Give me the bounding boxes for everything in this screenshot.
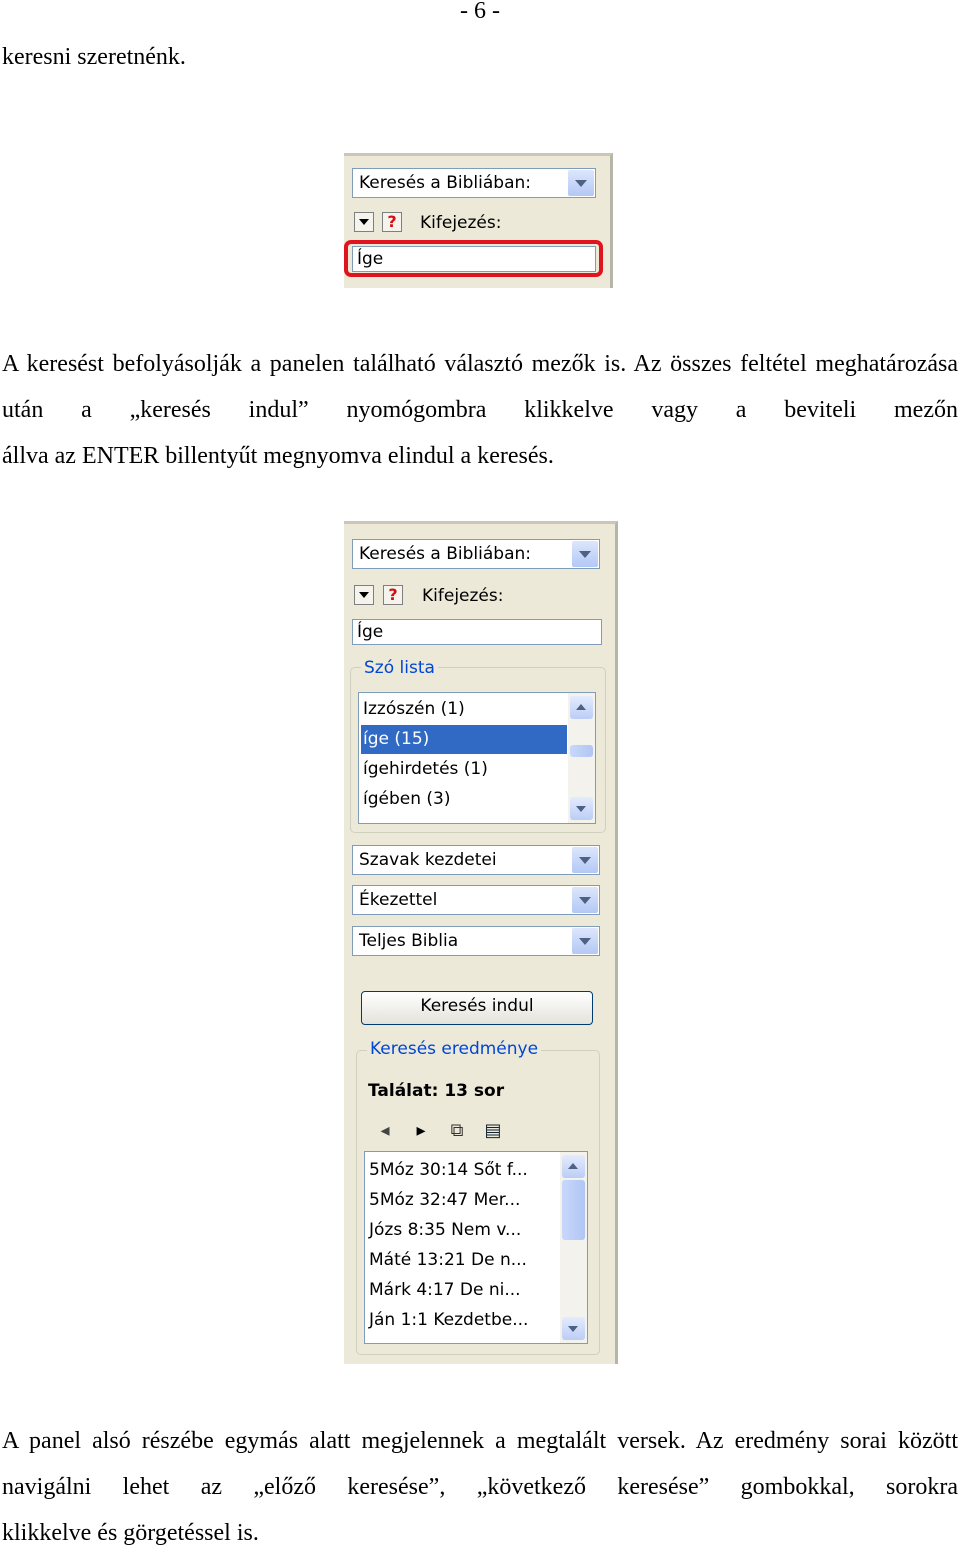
wordlist-scrollbar[interactable] bbox=[568, 693, 595, 823]
search-scope-value: Keresés a Bibliában: bbox=[359, 173, 531, 193]
next-result-icon[interactable]: ▸ bbox=[406, 1116, 436, 1146]
help-button[interactable]: ? bbox=[383, 585, 403, 605]
scroll-down-icon[interactable] bbox=[562, 1317, 585, 1340]
results-title: Keresés eredménye bbox=[367, 1039, 542, 1059]
search-scope-select[interactable]: Keresés a Bibliában: bbox=[352, 168, 596, 198]
chevron-down-icon[interactable] bbox=[568, 170, 594, 196]
intro-text: keresni szeretnénk. bbox=[2, 44, 186, 70]
scroll-thumb[interactable] bbox=[562, 1180, 585, 1240]
paragraph-line-last: klikkelve és görgetéssel is. bbox=[2, 1520, 259, 1546]
match-mode-value: Szavak kezdetei bbox=[359, 850, 497, 870]
search-start-button[interactable]: Keresés indul bbox=[361, 991, 593, 1025]
search-panel-screenshot-small: Keresés a Bibliában: ? Kifejezés: Íge bbox=[344, 153, 613, 288]
range-select[interactable]: Teljes Biblia bbox=[352, 926, 600, 956]
accent-mode-value: Ékezettel bbox=[359, 890, 438, 910]
list-item[interactable]: 5Móz 32:47 Mer... bbox=[367, 1185, 559, 1215]
results-scrollbar[interactable] bbox=[560, 1152, 587, 1343]
search-panel-screenshot-full: Keresés a Bibliában: ? Kifejezés: Íge Sz… bbox=[344, 521, 618, 1364]
list-item[interactable]: ígehirdetés (1) bbox=[361, 755, 567, 784]
expression-input-value: Íge bbox=[357, 622, 384, 642]
list-item[interactable]: Márk 4:17 De ni... bbox=[367, 1275, 559, 1305]
scroll-up-icon[interactable] bbox=[562, 1155, 585, 1178]
list-item[interactable]: 5Móz 30:14 Sőt f... bbox=[367, 1155, 559, 1185]
chevron-down-icon[interactable] bbox=[572, 541, 598, 567]
scroll-down-icon[interactable] bbox=[570, 797, 593, 820]
chevron-down-icon[interactable] bbox=[572, 887, 598, 913]
list-item[interactable]: ígében (3) bbox=[361, 785, 567, 814]
list-item[interactable]: Máté 13:21 De n... bbox=[367, 1245, 559, 1275]
book-icon[interactable]: ▤ bbox=[478, 1116, 508, 1146]
expression-label: Kifejezés: bbox=[422, 586, 504, 606]
match-mode-select[interactable]: Szavak kezdetei bbox=[352, 845, 600, 875]
history-dropdown-button[interactable] bbox=[354, 585, 374, 605]
paragraph-line: A panel alsó részébe egymás alatt megjel… bbox=[2, 1428, 887, 1454]
question-mark-icon: ? bbox=[387, 212, 397, 231]
results-listbox[interactable]: 5Móz 30:14 Sőt f... 5Móz 32:47 Mer... Jó… bbox=[364, 1151, 588, 1344]
expression-label: Kifejezés: bbox=[420, 213, 502, 233]
previous-result-icon[interactable]: ◂ bbox=[370, 1116, 400, 1146]
scroll-up-icon[interactable] bbox=[570, 696, 593, 719]
history-dropdown-button[interactable] bbox=[354, 212, 374, 232]
paragraph-line: A keresést befolyásolják a panelen talál… bbox=[2, 351, 807, 377]
copy-icon[interactable]: ⧉ bbox=[442, 1116, 472, 1146]
help-button[interactable]: ? bbox=[382, 212, 402, 232]
list-item[interactable]: Izzószén (1) bbox=[361, 695, 567, 724]
range-value: Teljes Biblia bbox=[359, 931, 459, 951]
highlight-ring bbox=[344, 240, 603, 277]
question-mark-icon: ? bbox=[388, 585, 398, 604]
scroll-thumb[interactable] bbox=[570, 745, 593, 757]
search-scope-value: Keresés a Bibliában: bbox=[359, 544, 531, 564]
paragraph-line-last: állva az ENTER billentyűt megnyomva elin… bbox=[2, 443, 554, 469]
expression-input[interactable]: Íge bbox=[352, 619, 602, 645]
wordlist-title: Szó lista bbox=[361, 658, 438, 678]
page-number: - 6 - bbox=[460, 0, 500, 24]
list-item-selected[interactable]: íge (15) bbox=[361, 725, 567, 754]
wordlist-listbox[interactable]: Izzószén (1) íge (15) ígehirdetés (1) íg… bbox=[358, 692, 596, 824]
search-scope-select[interactable]: Keresés a Bibliában: bbox=[352, 539, 600, 569]
list-item[interactable]: Ján 1:1 Kezdetbe... bbox=[367, 1305, 559, 1335]
hits-count: Találat: 13 sor bbox=[368, 1081, 505, 1101]
chevron-down-icon[interactable] bbox=[572, 847, 598, 873]
list-item[interactable]: Józs 8:35 Nem v... bbox=[367, 1215, 559, 1245]
search-start-label: Keresés indul bbox=[420, 996, 534, 1016]
accent-mode-select[interactable]: Ékezettel bbox=[352, 885, 600, 915]
chevron-down-icon[interactable] bbox=[572, 928, 598, 954]
